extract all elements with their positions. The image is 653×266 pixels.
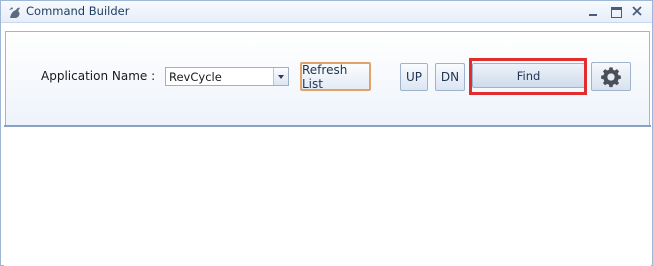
application-name-value: RevCycle (169, 70, 222, 84)
refresh-list-button[interactable]: Refresh List (300, 62, 371, 91)
up-button[interactable]: UP (400, 63, 428, 91)
application-name-select[interactable]: RevCycle (165, 67, 289, 86)
application-name-label: Application Name : (41, 69, 156, 83)
results-area[interactable] (4, 127, 651, 266)
chevron-down-icon[interactable] (273, 68, 288, 85)
window-title: Command Builder (26, 4, 130, 18)
settings-button[interactable] (591, 62, 631, 91)
command-builder-window: Command Builder Application Name : RevCy… (0, 0, 653, 266)
down-button[interactable]: DN (435, 63, 465, 91)
command-builder-icon (9, 7, 20, 19)
minimize-icon[interactable] (585, 3, 601, 19)
find-button[interactable]: Find (472, 63, 585, 88)
close-icon[interactable] (629, 3, 645, 19)
title-bar[interactable]: Command Builder (1, 1, 652, 23)
gear-icon (601, 66, 621, 87)
maximize-icon[interactable] (608, 3, 624, 19)
